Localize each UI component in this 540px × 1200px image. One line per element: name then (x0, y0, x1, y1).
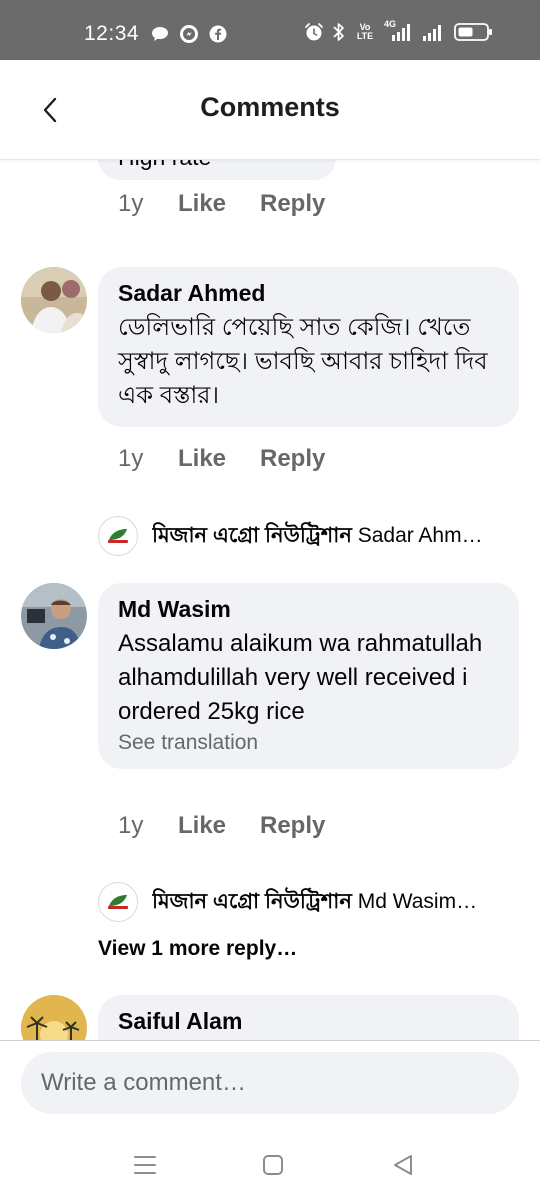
battery-icon (454, 22, 494, 42)
comment-actions: 1y Like Reply (118, 445, 325, 473)
like-button[interactable]: Like (178, 445, 260, 473)
home-icon (263, 1155, 283, 1175)
comment-composer (0, 1040, 540, 1130)
avatar[interactable] (21, 583, 87, 649)
reply-preview[interactable]: মিজান এগ্রো নিউট্রিশান Sadar Ahm… (98, 516, 528, 556)
system-icons: Vo LTE 4G (304, 20, 494, 42)
volte-icon: Vo LTE (356, 22, 374, 41)
reply-preview-text: মিজান এগ্রো নিউট্রিশান Sadar Ahm… (152, 519, 528, 554)
comment-bubble[interactable]: Sadar Ahmed ডেলিভারি পেয়েছি সাত কেজি। খ… (98, 267, 519, 427)
reply-author: মিজান এগ্রো নিউট্রিশান (152, 889, 352, 913)
reply-author: মিজান এগ্রো নিউট্রিশান (152, 523, 352, 547)
recent-apps-button[interactable] (125, 1148, 165, 1182)
facebook-icon (209, 25, 227, 43)
avatar[interactable] (21, 267, 87, 333)
comment-time: 1y (118, 812, 144, 839)
comment-input[interactable] (21, 1052, 519, 1114)
alarm-icon (304, 22, 324, 42)
signal-icon (422, 22, 446, 42)
view-more-replies-link[interactable]: View 1 more reply… (98, 937, 297, 961)
reply-button[interactable]: Reply (260, 812, 325, 840)
comment-text: High rate (118, 160, 211, 171)
signal-4g-icon: 4G (384, 20, 414, 42)
comments-header: Comments (0, 60, 540, 160)
reply-preview-text: মিজান এগ্রো নিউট্রিশান Md Wasim… (152, 885, 528, 920)
comment-author[interactable]: Saiful Alam (118, 1007, 499, 1035)
back-icon (394, 1155, 412, 1175)
system-nav-bar (0, 1130, 540, 1200)
reply-snippet: Md Wasim… (357, 889, 478, 913)
status-bar: 12:34 Vo LTE 4G (0, 0, 540, 60)
comment-time: 1y (118, 445, 144, 472)
status-time: 12:34 (84, 22, 140, 45)
notification-icons (151, 24, 227, 44)
comment-actions: 1y Like Reply (118, 190, 325, 218)
like-button[interactable]: Like (178, 812, 260, 840)
bluetooth-icon (332, 22, 346, 42)
comment-text: ডেলিভারি পেয়েছি সাত কেজি। খেতে সুস্বাদু… (118, 314, 488, 409)
reply-button[interactable]: Reply (260, 190, 325, 218)
reply-preview[interactable]: মিজান এগ্রো নিউট্রিশান Md Wasim… (98, 882, 528, 922)
comments-feed[interactable]: High rate 1y Like Reply Sadar Ahmed ডেলি… (0, 160, 540, 1040)
comment-bubble: High rate (98, 160, 336, 180)
like-button[interactable]: Like (178, 190, 260, 218)
comment-author[interactable]: Md Wasim (118, 595, 499, 623)
comment-actions: 1y Like Reply (118, 812, 325, 840)
page-logo-icon (98, 882, 138, 922)
comment-time: 1y (118, 190, 144, 217)
page-logo-icon (98, 516, 138, 556)
chat-bubble-icon (151, 26, 169, 42)
messenger-icon (179, 24, 199, 44)
page-title: Comments (200, 92, 340, 122)
comment-text: Assalamu alaikum wa rahmatullah alhamdul… (118, 630, 483, 725)
comment-bubble[interactable]: Md Wasim Assalamu alaikum wa rahmatullah… (98, 583, 519, 769)
avatar[interactable] (21, 995, 87, 1040)
reply-snippet: Sadar Ahm… (357, 523, 483, 547)
comment-author[interactable]: Sadar Ahmed (118, 279, 499, 307)
see-translation-link[interactable]: See translation (118, 731, 499, 755)
comment-bubble[interactable]: Saiful Alam (98, 995, 519, 1040)
recent-apps-icon (134, 1156, 156, 1174)
home-button[interactable] (253, 1148, 293, 1182)
nav-back-button[interactable] (383, 1148, 423, 1182)
reply-button[interactable]: Reply (260, 445, 325, 473)
